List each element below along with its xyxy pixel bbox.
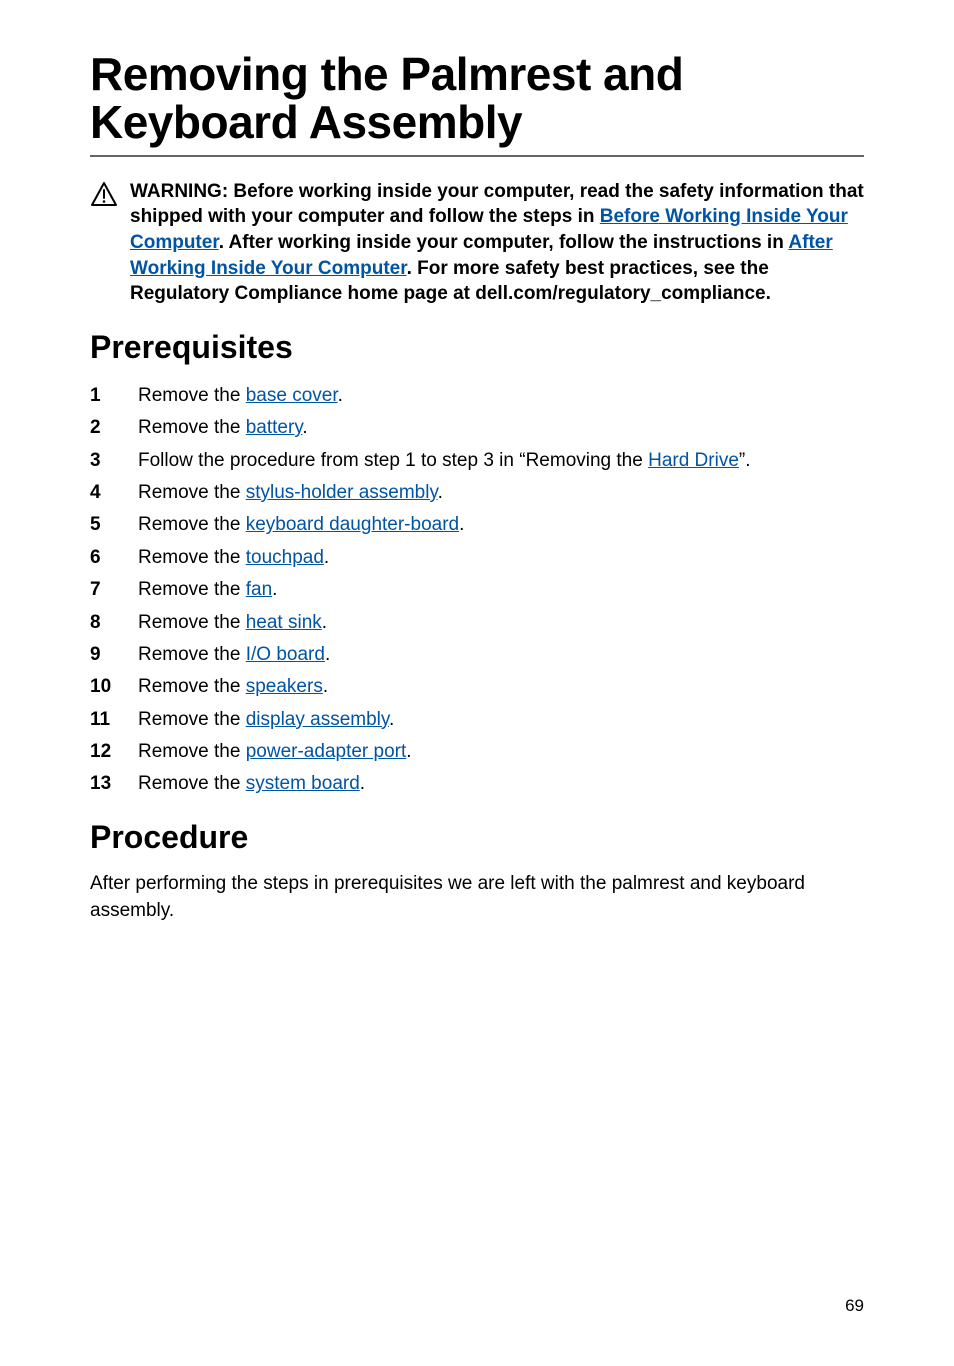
prereq-suffix: .: [322, 612, 327, 633]
list-item: Remove the power-adapter port.: [90, 736, 864, 768]
list-item: Remove the display assembly.: [90, 704, 864, 736]
list-item: Remove the battery.: [90, 412, 864, 444]
prereq-suffix: .: [323, 676, 328, 697]
prereq-prefix: Remove the: [138, 773, 246, 794]
prereq-prefix: Remove the: [138, 385, 246, 406]
link-io-board[interactable]: I/O board: [246, 644, 325, 665]
prereq-suffix: .: [302, 417, 307, 438]
warning-part-3: . After working inside your computer, fo…: [219, 232, 789, 253]
prereq-suffix: .: [406, 741, 411, 762]
prereq-prefix: Remove the: [138, 579, 246, 600]
page-number: 69: [845, 1296, 864, 1316]
prereq-prefix: Remove the: [138, 644, 246, 665]
prerequisites-heading: Prerequisites: [90, 329, 864, 366]
prereq-prefix: Remove the: [138, 417, 246, 438]
link-keyboard-daughter-board[interactable]: keyboard daughter-board: [246, 514, 459, 535]
prereq-suffix: .: [325, 644, 330, 665]
prereq-suffix: .: [338, 385, 343, 406]
list-item: Remove the stylus-holder assembly.: [90, 477, 864, 509]
warning-block: WARNING: Before working inside your comp…: [90, 179, 864, 307]
list-item: Remove the system board.: [90, 768, 864, 800]
prereq-suffix: .: [389, 709, 394, 730]
prereq-prefix: Remove the: [138, 741, 246, 762]
procedure-heading: Procedure: [90, 819, 864, 856]
warning-icon: [90, 181, 118, 212]
prereq-prefix: Follow the procedure from step 1 to step…: [138, 450, 648, 471]
prereq-prefix: Remove the: [138, 709, 246, 730]
prereq-prefix: Remove the: [138, 612, 246, 633]
link-stylus-holder[interactable]: stylus-holder assembly: [246, 482, 438, 503]
procedure-text: After performing the steps in prerequisi…: [90, 870, 864, 925]
prereq-prefix: Remove the: [138, 514, 246, 535]
list-item: Remove the I/O board.: [90, 639, 864, 671]
link-speakers[interactable]: speakers: [246, 676, 323, 697]
link-base-cover[interactable]: base cover: [246, 385, 338, 406]
warning-text: WARNING: Before working inside your comp…: [130, 179, 864, 307]
link-fan[interactable]: fan: [246, 579, 272, 600]
prereq-prefix: Remove the: [138, 676, 246, 697]
link-hard-drive[interactable]: Hard Drive: [648, 450, 739, 471]
link-heat-sink[interactable]: heat sink: [246, 612, 322, 633]
page-title: Removing the Palmrest and Keyboard Assem…: [90, 50, 864, 157]
prerequisites-list: Remove the base cover. Remove the batter…: [90, 380, 864, 801]
list-item: Remove the base cover.: [90, 380, 864, 412]
list-item: Remove the touchpad.: [90, 542, 864, 574]
prereq-prefix: Remove the: [138, 547, 246, 568]
list-item: Remove the keyboard daughter-board.: [90, 509, 864, 541]
prereq-suffix: ”.: [739, 450, 751, 471]
prereq-suffix: .: [272, 579, 277, 600]
prereq-suffix: .: [459, 514, 464, 535]
link-system-board[interactable]: system board: [246, 773, 360, 794]
prereq-suffix: .: [360, 773, 365, 794]
list-item: Remove the fan.: [90, 574, 864, 606]
list-item: Follow the procedure from step 1 to step…: [90, 445, 864, 477]
prereq-prefix: Remove the: [138, 482, 246, 503]
link-touchpad[interactable]: touchpad: [246, 547, 324, 568]
prereq-suffix: .: [324, 547, 329, 568]
link-power-adapter-port[interactable]: power-adapter port: [246, 741, 407, 762]
list-item: Remove the speakers.: [90, 671, 864, 703]
prereq-suffix: .: [438, 482, 443, 503]
link-display-assembly[interactable]: display assembly: [246, 709, 389, 730]
list-item: Remove the heat sink.: [90, 607, 864, 639]
link-battery[interactable]: battery: [246, 417, 303, 438]
